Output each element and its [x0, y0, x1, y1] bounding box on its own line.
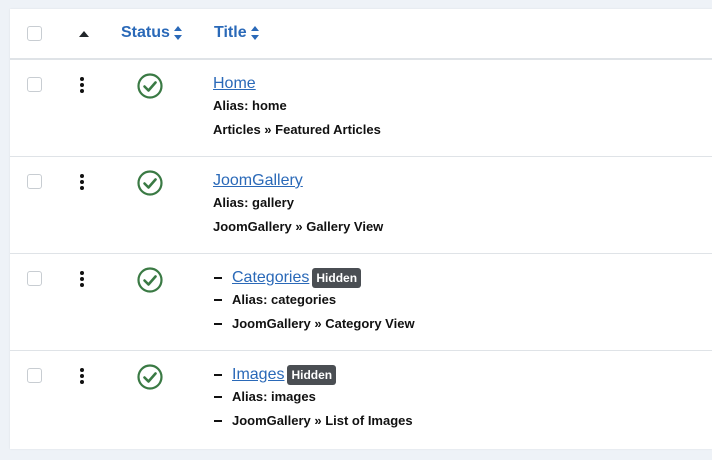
ordering-sort-icon[interactable]	[79, 31, 89, 37]
row-title-area: Images Hidden Alias: images JoomGallery …	[213, 364, 693, 429]
published-check-icon[interactable]	[137, 267, 163, 293]
item-path: JoomGallery » List of Images	[232, 413, 413, 428]
hidden-badge: Hidden	[312, 268, 362, 288]
item-title-link[interactable]: Images	[232, 364, 284, 386]
row-checkbox[interactable]	[27, 368, 42, 383]
row-title-area: JoomGallery Alias: gallery JoomGallery »…	[213, 170, 693, 235]
item-path: JoomGallery » Gallery View	[213, 219, 384, 234]
level-dash	[214, 396, 222, 398]
published-check-icon[interactable]	[137, 170, 163, 196]
row-checkbox[interactable]	[27, 174, 42, 189]
item-alias: Alias: categories	[232, 292, 337, 307]
drag-handle-icon[interactable]	[80, 271, 84, 287]
table-row: JoomGallery Alias: gallery JoomGallery »…	[10, 157, 712, 254]
table-row: Home Alias: home Articles » Featured Art…	[10, 60, 712, 157]
row-title-area: Categories Hidden Alias: categories Joom…	[213, 267, 693, 332]
row-title-area: Home Alias: home Articles » Featured Art…	[213, 73, 693, 138]
hidden-badge: Hidden	[287, 365, 337, 385]
level-dash	[214, 420, 222, 422]
row-checkbox[interactable]	[27, 77, 42, 92]
level-dash	[214, 323, 222, 325]
item-alias: Alias: gallery	[213, 195, 294, 210]
menu-items-table: Status Title Home Alias: home Articles »…	[10, 9, 712, 449]
status-sort-link[interactable]: Status	[121, 24, 183, 42]
title-sort-link[interactable]: Title	[214, 24, 260, 42]
table-header: Status Title	[10, 9, 712, 60]
item-title-link[interactable]: Home	[213, 73, 256, 95]
sort-icon	[173, 26, 183, 40]
table-row: Images Hidden Alias: images JoomGallery …	[10, 351, 712, 449]
published-check-icon[interactable]	[137, 364, 163, 390]
title-header-label: Title	[214, 24, 247, 41]
item-title-link[interactable]: Categories	[232, 267, 309, 289]
row-checkbox[interactable]	[27, 271, 42, 286]
level-dash	[214, 277, 222, 279]
drag-handle-icon[interactable]	[80, 77, 84, 93]
item-path: JoomGallery » Category View	[232, 316, 415, 331]
published-check-icon[interactable]	[137, 73, 163, 99]
select-all-checkbox[interactable]	[27, 26, 42, 41]
drag-handle-icon[interactable]	[80, 368, 84, 384]
table-row: Categories Hidden Alias: categories Joom…	[10, 254, 712, 351]
item-alias: Alias: images	[232, 389, 316, 404]
item-title-link[interactable]: JoomGallery	[213, 170, 303, 192]
drag-handle-icon[interactable]	[80, 174, 84, 190]
item-path: Articles » Featured Articles	[213, 122, 381, 137]
level-dash	[214, 374, 222, 376]
sort-icon	[250, 26, 260, 40]
level-dash	[214, 299, 222, 301]
status-header-label: Status	[121, 24, 170, 41]
item-alias: Alias: home	[213, 98, 287, 113]
